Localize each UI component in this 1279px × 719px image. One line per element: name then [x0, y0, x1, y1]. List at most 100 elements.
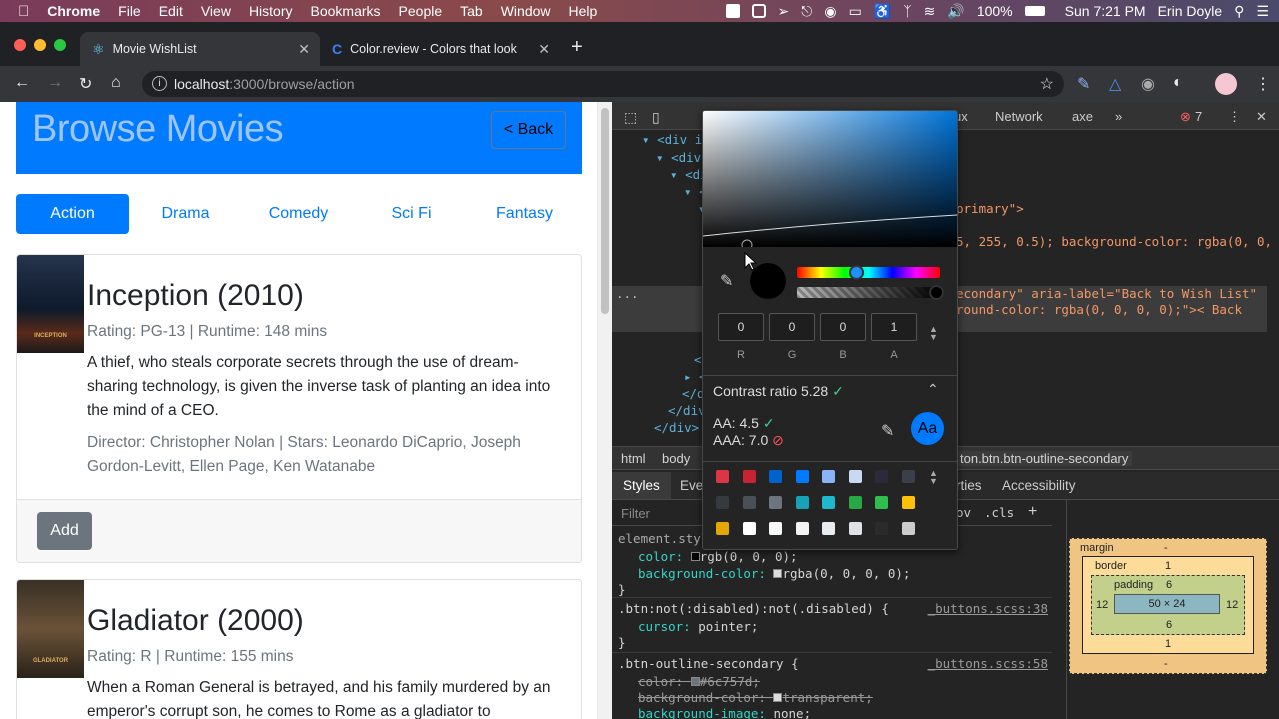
close-window-button[interactable]: [14, 39, 26, 51]
color-swatch[interactable]: [716, 522, 729, 535]
home-icon[interactable]: ⌂: [111, 74, 121, 92]
color-swatch[interactable]: [769, 522, 782, 535]
dom-line[interactable]: <: [694, 352, 702, 367]
close-tab-icon[interactable]: ✕: [298, 41, 310, 58]
source-link[interactable]: _buttons.scss:58: [928, 656, 1048, 671]
color-swatch[interactable]: [901, 470, 915, 483]
color-swatch[interactable]: [769, 496, 782, 509]
contrast-ratio-row[interactable]: Contrast ratio 5.28 ✓: [713, 383, 844, 400]
color-spectrum[interactable]: [703, 111, 957, 247]
genre-tab-drama[interactable]: Drama: [129, 194, 242, 234]
menu-file[interactable]: File: [109, 3, 150, 19]
subtab-event-listeners[interactable]: Eve: [680, 478, 703, 493]
dom-line[interactable]: econdary" aria-label="Back to Wish List": [956, 286, 1257, 301]
close-tab-icon[interactable]: ✕: [538, 41, 550, 58]
status-arrows-icon[interactable]: ➢: [778, 3, 790, 20]
breadcrumb-body[interactable]: body: [662, 451, 690, 466]
menu-bookmarks[interactable]: Bookmarks: [302, 3, 390, 19]
color-swatch[interactable]: [742, 522, 756, 535]
blue-input[interactable]: 0: [820, 313, 866, 341]
alpha-slider[interactable]: [797, 285, 944, 300]
color-swatch[interactable]: [875, 522, 888, 535]
green-input[interactable]: 0: [769, 313, 815, 341]
glasses-extension-icon[interactable]: ◉: [1141, 74, 1155, 94]
color-swatch[interactable]: [875, 470, 888, 483]
accessibility-icon[interactable]: ♿: [874, 3, 891, 20]
hover-state-toggle[interactable]: ov: [956, 505, 971, 520]
wifi-icon[interactable]: ≋: [924, 3, 936, 20]
color-swatch[interactable]: [795, 496, 809, 509]
status-circle-icon[interactable]: ◉: [824, 3, 836, 20]
alpha-input[interactable]: 1: [871, 313, 917, 341]
spotlight-search-icon[interactable]: ⚲: [1234, 3, 1244, 20]
color-swatch[interactable]: [742, 496, 756, 509]
color-swatch[interactable]: [901, 522, 915, 535]
page-scrollbar[interactable]: [597, 102, 612, 719]
subtab-accessibility[interactable]: Accessibility: [1002, 478, 1076, 493]
devtools-tab-network[interactable]: Network: [995, 109, 1043, 124]
dom-line[interactable]: round-color: rgba(0, 0, 0, 0);">< Back: [956, 302, 1242, 317]
source-link[interactable]: _buttons.scss:38: [928, 601, 1048, 616]
pen-extension-icon[interactable]: ✎: [1077, 74, 1090, 94]
bluetooth-icon[interactable]: ᛉ: [903, 3, 911, 19]
devtools-close-icon[interactable]: ✕: [1256, 109, 1267, 125]
box-padding[interactable]: padding 6 6 12 12 50 × 24: [1091, 575, 1245, 635]
color-swatch[interactable]: [716, 470, 729, 483]
color-swatch[interactable]: [769, 470, 782, 483]
box-margin[interactable]: margin - - 1 1 border 1 1 padding 6 6 12…: [1069, 538, 1267, 674]
palette-toggle-icon[interactable]: ▲ ▼: [929, 469, 938, 486]
hue-slider[interactable]: [797, 265, 940, 280]
dom-ellipsis[interactable]: ...: [616, 286, 639, 301]
bookmark-star-icon[interactable]: ☆: [1040, 74, 1054, 94]
menu-history[interactable]: History: [240, 3, 302, 19]
color-swatch[interactable]: [742, 470, 756, 483]
subtab-properties[interactable]: rties: [956, 478, 982, 493]
battery-icon[interactable]: [1024, 6, 1045, 16]
color-swatch[interactable]: [822, 496, 835, 509]
menu-help[interactable]: Help: [560, 3, 607, 19]
triangle-extension-icon[interactable]: △: [1109, 74, 1121, 94]
new-rule-icon[interactable]: +: [1028, 503, 1037, 521]
add-button[interactable]: Add: [37, 512, 92, 550]
dom-line[interactable]: 5, 255, 0.5); background-color: rgba(0, …: [956, 234, 1272, 249]
dom-line[interactable]: ▾ <div: [656, 150, 701, 165]
genre-tab-fantasy[interactable]: Fantasy: [468, 194, 581, 234]
breadcrumb-button[interactable]: ton.btn.btn-outline-secondary: [956, 451, 1133, 466]
contrast-eyedropper-icon[interactable]: ✎: [881, 421, 894, 441]
user-name[interactable]: Erin Doyle: [1158, 3, 1223, 19]
inspect-element-icon[interactable]: ⬚: [624, 109, 637, 126]
zoom-window-button[interactable]: [54, 39, 66, 51]
battery-percent[interactable]: 100%: [977, 3, 1013, 19]
menu-people[interactable]: People: [390, 3, 452, 19]
color-swatch[interactable]: [795, 522, 809, 535]
back-button[interactable]: < Back: [491, 111, 566, 149]
alpha-handle[interactable]: [929, 285, 944, 300]
menu-app-name[interactable]: Chrome: [38, 3, 109, 19]
volume-icon[interactable]: 🔊: [947, 3, 964, 20]
color-swatch[interactable]: [901, 496, 915, 509]
color-swatch[interactable]: [848, 496, 862, 509]
menu-edit[interactable]: Edit: [150, 3, 192, 19]
scrollbar-thumb[interactable]: [601, 108, 609, 314]
forward-arrow-icon[interactable]: →: [47, 74, 63, 92]
format-toggle-icon[interactable]: ▲ ▼: [929, 325, 938, 342]
status-app-icon[interactable]: [725, 4, 740, 18]
clock[interactable]: Sun 7:21 PM: [1065, 3, 1146, 19]
notification-center-icon[interactable]: ☰: [1256, 3, 1269, 20]
dom-line[interactable]: </div>: [654, 420, 699, 435]
color-swatch[interactable]: [716, 496, 729, 509]
genre-tab-comedy[interactable]: Comedy: [242, 194, 355, 234]
chrome-menu-icon[interactable]: ⋮: [1255, 74, 1271, 94]
breadcrumb-html[interactable]: html: [621, 451, 646, 466]
color-swatch[interactable]: [690, 552, 700, 561]
status-sync-icon[interactable]: [751, 4, 766, 18]
profile-avatar[interactable]: [1215, 73, 1237, 95]
apple-icon[interactable]: : [0, 3, 38, 20]
reload-icon[interactable]: ↻: [79, 74, 92, 94]
color-swatch[interactable]: [848, 470, 862, 483]
info-icon[interactable]: i: [152, 76, 167, 91]
back-arrow-icon[interactable]: ←: [14, 74, 30, 92]
error-count[interactable]: 7: [1195, 109, 1202, 124]
eyedropper-icon[interactable]: ✎: [720, 271, 733, 291]
devtools-tab-axe[interactable]: axe: [1072, 109, 1093, 124]
